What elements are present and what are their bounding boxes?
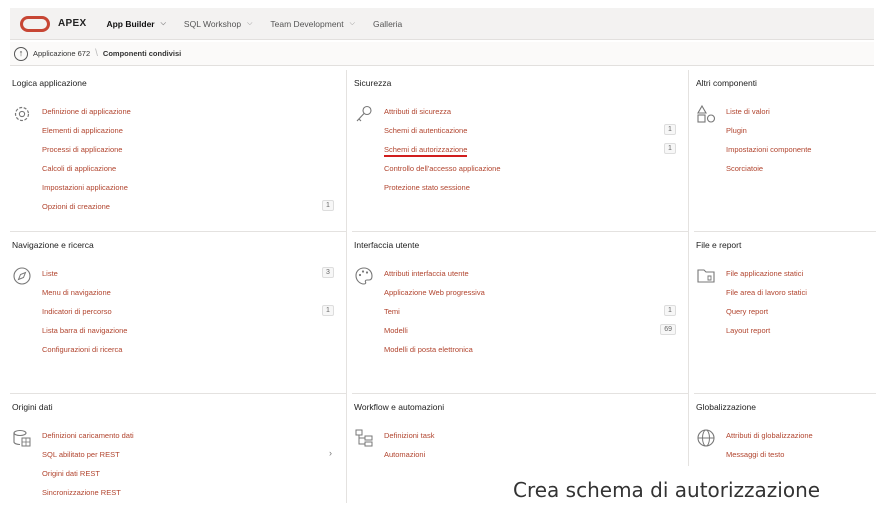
nav-app-builder[interactable]: App Builder ⌵ [106,19,165,29]
chevron-down-icon: ⌵ [349,19,355,27]
breadcrumb-separator: \ [95,48,98,59]
database-icon [13,429,31,447]
panel-title: Sicurezza [354,78,392,88]
link-protezione-stato-sessione[interactable]: Protezione stato sessione [384,183,676,202]
link-schemi-autenticazione[interactable]: Schemi di autenticazione 1 [384,124,676,145]
panel-title: Origini dati [12,402,53,412]
panel-title: Logica applicazione [12,78,87,88]
panel-title: Globalizzazione [696,402,757,412]
link-modelli[interactable]: Modelli 69 [384,324,676,345]
link-attributi-globalizzazione[interactable]: Attributi di globalizzazione [726,431,864,450]
nav-label: Galleria [372,18,403,29]
shared-components-grid: Logica applicazione Definizione di appli… [10,70,876,503]
link-calcoli-applicazione[interactable]: Calcoli di applicazione [42,164,334,183]
panel-workflow-automazioni: Workflow e automazioni Definizioni task … [352,394,689,466]
breadcrumb-current: Componenti condivisi [102,49,182,58]
highlight-underline [384,155,467,157]
gear-icon [14,106,30,122]
count-badge: 1 [322,305,334,316]
nav-label: App Builder [106,18,155,29]
panel-title: Interfaccia utente [354,240,420,250]
link-menu-navigazione[interactable]: Menu di navigazione [42,288,334,307]
link-attributi-sicurezza[interactable]: Attributi di sicurezza [384,107,676,126]
nav-label: Team Development [270,18,344,29]
palette-icon [355,267,373,285]
link-automazioni[interactable]: Automazioni [384,450,676,469]
panel-globalizzazione: Globalizzazione Attributi di globalizzaz… [694,394,876,466]
link-temi[interactable]: Temi 1 [384,305,676,326]
chevron-down-icon: ⌵ [247,19,253,27]
panel-title: File e report [696,240,742,250]
link-liste[interactable]: Liste 3 [42,267,334,288]
workflow-icon [355,429,373,447]
panel-logica-applicazione: Logica applicazione Definizione di appli… [10,70,347,232]
link-modelli-posta-elettronica[interactable]: Modelli di posta elettronica [384,345,676,364]
link-opzioni-creazione[interactable]: Opzioni di creazione 1 [42,200,334,221]
count-badge: 69 [660,324,676,335]
nav-galleria[interactable]: Galleria [373,19,402,29]
link-definizioni-caricamento-dati[interactable]: Definizioni caricamento dati [42,431,334,450]
arrow-up-icon[interactable]: ↑ [14,46,28,61]
top-bar: APEX App Builder ⌵ SQL Workshop ⌵ Team Dev… [10,8,874,40]
link-applicazione-web-progressiva[interactable]: Applicazione Web progressiva [384,288,676,307]
breadcrumb-parent[interactable]: Applicazione 672 [33,49,90,58]
link-definizioni-task[interactable]: Definizioni task [384,431,676,450]
folder-icon [697,269,715,283]
link-indicatori-percorso[interactable]: Indicatori di percorso 1 [42,305,334,326]
panel-title: Navigazione e ricerca [12,240,94,250]
link-schemi-autorizzazione[interactable]: Schemi di autorizzazione 1 [384,143,676,164]
panel-title: Altri componenti [696,78,757,88]
link-controllo-accesso-applicazione[interactable]: Controllo dell'accesso applicazione [384,164,676,183]
nav-label: SQL Workshop [183,18,242,29]
link-scorciatoie[interactable]: Scorciatoie [726,164,864,183]
logo-text: APEX [58,18,87,29]
link-origini-dati-rest[interactable]: Origini dati REST [42,469,334,488]
nav-team-development[interactable]: Team Development ⌵ [270,19,355,29]
panel-interfaccia-utente: Interfaccia utente Attributi interfaccia… [352,232,689,394]
count-badge: 3 [322,267,334,278]
shapes-icon [697,104,716,123]
link-processi-applicazione[interactable]: Processi di applicazione [42,145,334,164]
link-plugin[interactable]: Plugin [726,126,864,145]
count-badge: 1 [322,200,334,211]
panel-origini-dati: Origini dati Definizioni caricamento dat… [10,394,347,503]
globe-icon [697,429,715,447]
link-lista-barra-navigazione[interactable]: Lista barra di navigazione [42,326,334,345]
panel-navigazione-ricerca: Navigazione e ricerca Liste 3 Menu di nav… [10,232,347,394]
panel-altri-componenti: Altri componenti Liste di valori Plugin … [694,70,876,232]
link-messaggi-testo[interactable]: Messaggi di testo [726,450,864,469]
compass-icon [13,267,31,285]
link-elementi-applicazione[interactable]: Elementi di applicazione [42,126,334,145]
link-query-report[interactable]: Query report [726,307,864,326]
link-sql-abilitato-rest[interactable]: SQL abilitato per REST › [42,448,334,469]
count-badge: 1 [664,305,676,316]
link-file-applicazione-statici[interactable]: File applicazione statici [726,269,864,288]
link-file-area-lavoro-statici[interactable]: File area di lavoro statici [726,288,864,307]
chevron-down-icon: ⌵ [160,19,166,27]
caption-overlay: Crea schema di autorizzazione [513,478,821,502]
link-attributi-interfaccia-utente[interactable]: Attributi interfaccia utente [384,269,676,288]
link-definizione-applicazione[interactable]: Definizione di applicazione [42,107,334,126]
link-impostazioni-applicazione[interactable]: Impostazioni applicazione [42,183,334,202]
link-sincronizzazione-rest[interactable]: Sincronizzazione REST [42,488,334,507]
link-layout-report[interactable]: Layout report [726,326,864,345]
chevron-right-icon[interactable]: › [329,448,332,458]
count-badge: 1 [664,143,676,154]
panel-sicurezza: Sicurezza Attributi di sicurezza Schemi … [352,70,689,232]
key-icon [356,105,372,122]
breadcrumb: ↑ Applicazione 672 \ Componenti condivis… [10,42,874,66]
main-nav: App Builder ⌵ SQL Workshop ⌵ Team Developm… [106,19,420,29]
link-liste-valori[interactable]: Liste di valori [726,107,864,126]
panel-file-report: File e report File applicazione statici … [694,232,876,394]
link-configurazioni-ricerca[interactable]: Configurazioni di ricerca [42,345,334,364]
count-badge: 1 [664,124,676,135]
nav-sql-workshop[interactable]: SQL Workshop ⌵ [184,19,252,29]
panel-title: Workflow e automazioni [354,402,445,412]
link-impostazioni-componente[interactable]: Impostazioni componente [726,145,864,164]
apex-logo[interactable]: APEX [20,15,87,32]
oracle-logo-icon [20,15,50,32]
